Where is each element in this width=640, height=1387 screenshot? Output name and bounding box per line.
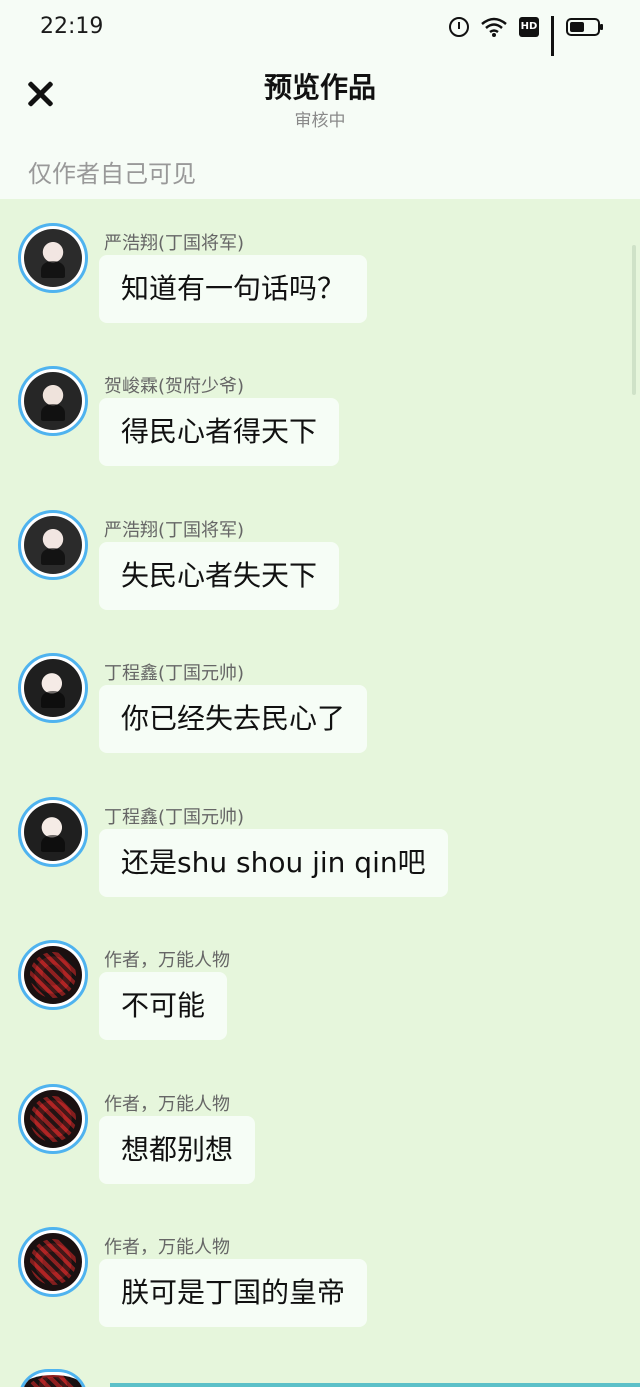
avatar[interactable] bbox=[18, 1084, 88, 1154]
wifi-icon bbox=[481, 17, 507, 37]
visibility-note: 仅作者自己可见 bbox=[0, 140, 640, 199]
chat-list[interactable]: 严浩翔(丁国将军) 知道有一句话吗？ 贺峻霖(贺府少爷) 得民心者得天下 严浩翔… bbox=[0, 199, 640, 1387]
hd-icon: HD bbox=[519, 17, 539, 37]
sender-name: 丁程鑫(丁国元帅) bbox=[104, 663, 245, 684]
avatar[interactable] bbox=[18, 797, 88, 867]
chat-message: 丁程鑫(丁国元帅) 还是shu shou jin qin吧 bbox=[0, 773, 640, 916]
battery-icon bbox=[566, 18, 603, 36]
alarm-icon bbox=[449, 17, 469, 37]
sender-name: 作者，万能人物 bbox=[104, 1094, 230, 1115]
status-bar: 22:19 HD bbox=[0, 0, 640, 71]
sender-name: 作者，万能人物 bbox=[104, 1237, 230, 1258]
sender-name: 作者，万能人物 bbox=[104, 950, 230, 971]
review-status: 审核中 bbox=[294, 111, 346, 131]
sender-name: 严浩翔(丁国将军) bbox=[104, 520, 245, 541]
chat-message: 严浩翔(丁国将军) 知道有一句话吗？ bbox=[0, 199, 640, 342]
chat-message: 作者，万能人物 想都别想 bbox=[0, 1060, 640, 1203]
chat-message: 贺峻霖(贺府少爷) 得民心者得天下 bbox=[0, 342, 640, 485]
message-bubble[interactable]: 得民心者得天下 bbox=[99, 398, 340, 466]
message-bubble[interactable]: 知道有一句话吗？ bbox=[99, 255, 368, 323]
sender-name: 丁程鑫(丁国元帅) bbox=[104, 807, 245, 828]
message-bubble[interactable]: 不可能 bbox=[99, 972, 228, 1040]
signal-4g-icon bbox=[551, 16, 554, 71]
message-bubble[interactable]: 你已经失去民心了 bbox=[99, 685, 368, 753]
message-bubble[interactable]: 朕可是丁国的皇帝 bbox=[99, 1259, 368, 1327]
sender-name: 严浩翔(丁国将军) bbox=[104, 233, 245, 254]
message-bubble[interactable]: 还是shu shou jin qin吧 bbox=[99, 829, 448, 897]
chat-message: 严浩翔(丁国将军) 失民心者失天下 bbox=[0, 486, 640, 629]
chat-message: 作者，万能人物 朕可是丁国的皇帝 bbox=[0, 1203, 640, 1346]
avatar[interactable] bbox=[18, 1227, 88, 1297]
chat-message: 丁程鑫(丁国元帅) 你已经失去民心了 bbox=[0, 629, 640, 772]
avatar[interactable] bbox=[18, 366, 88, 436]
message-bubble[interactable]: 失民心者失天下 bbox=[99, 542, 340, 610]
page-title: 预览作品 bbox=[263, 71, 376, 104]
status-time: 22:19 bbox=[40, 14, 104, 39]
avatar[interactable] bbox=[18, 940, 88, 1010]
avatar[interactable] bbox=[18, 1369, 88, 1387]
chat-message: 作者，万能人物 不可能 bbox=[0, 916, 640, 1059]
bottom-progress-line bbox=[110, 1383, 640, 1387]
status-icons: HD bbox=[449, 16, 603, 71]
sender-name: 贺峻霖(贺府少爷) bbox=[104, 376, 245, 397]
avatar[interactable] bbox=[18, 653, 88, 723]
avatar[interactable] bbox=[18, 510, 88, 580]
avatar[interactable] bbox=[18, 223, 88, 293]
header: 预览作品 审核中 bbox=[0, 56, 640, 140]
message-bubble[interactable]: 想都别想 bbox=[99, 1116, 256, 1184]
